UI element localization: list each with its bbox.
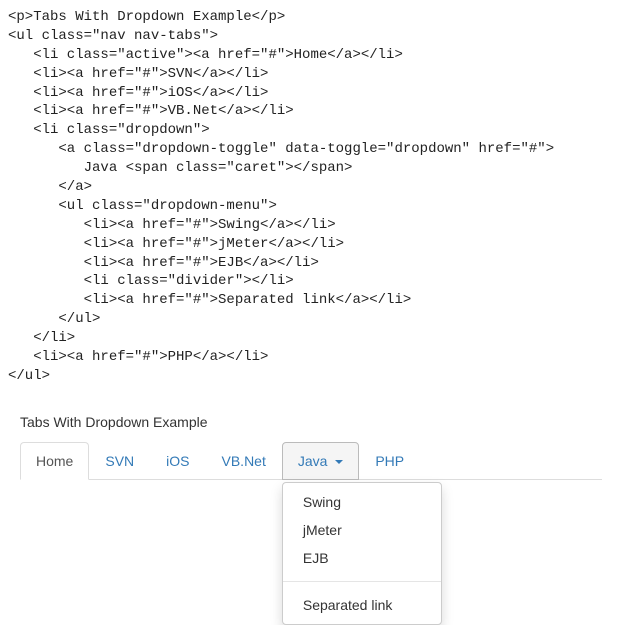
tab-java-link[interactable]: Java — [282, 442, 359, 480]
dropdown-link-ejb[interactable]: EJB — [283, 544, 441, 572]
caret-down-icon — [335, 460, 343, 464]
dropdown-item-jmeter[interactable]: jMeter — [283, 516, 441, 544]
tab-ios-link[interactable]: iOS — [150, 442, 205, 480]
tab-java-dropdown[interactable]: Java Swing jMeter EJB Separated link — [282, 442, 359, 480]
dropdown-menu: Swing jMeter EJB Separated link — [282, 482, 442, 625]
tab-vbnet-link[interactable]: VB.Net — [206, 442, 282, 480]
code-snippet: <p>Tabs With Dropdown Example</p> <ul cl… — [8, 8, 614, 386]
dropdown-link-swing[interactable]: Swing — [283, 488, 441, 516]
tab-ios[interactable]: iOS — [150, 442, 205, 480]
preview-title: Tabs With Dropdown Example — [20, 414, 602, 430]
tab-home[interactable]: Home — [20, 442, 89, 480]
tab-php-link[interactable]: PHP — [359, 442, 420, 480]
dropdown-item-swing[interactable]: Swing — [283, 488, 441, 516]
dropdown-item-ejb[interactable]: EJB — [283, 544, 441, 572]
rendered-preview: Tabs With Dropdown Example Home SVN iOS … — [8, 404, 614, 480]
nav-tabs: Home SVN iOS VB.Net Java Swing jMeter — [20, 442, 602, 480]
tab-java-label: Java — [298, 453, 328, 469]
dropdown-item-separated[interactable]: Separated link — [283, 591, 441, 619]
tab-svn-link[interactable]: SVN — [89, 442, 150, 480]
tab-vbnet[interactable]: VB.Net — [206, 442, 282, 480]
tab-php[interactable]: PHP — [359, 442, 420, 480]
tab-svn[interactable]: SVN — [89, 442, 150, 480]
tab-home-link[interactable]: Home — [20, 442, 89, 480]
dropdown-divider — [283, 581, 441, 582]
dropdown-link-jmeter[interactable]: jMeter — [283, 516, 441, 544]
dropdown-link-separated[interactable]: Separated link — [283, 591, 441, 619]
